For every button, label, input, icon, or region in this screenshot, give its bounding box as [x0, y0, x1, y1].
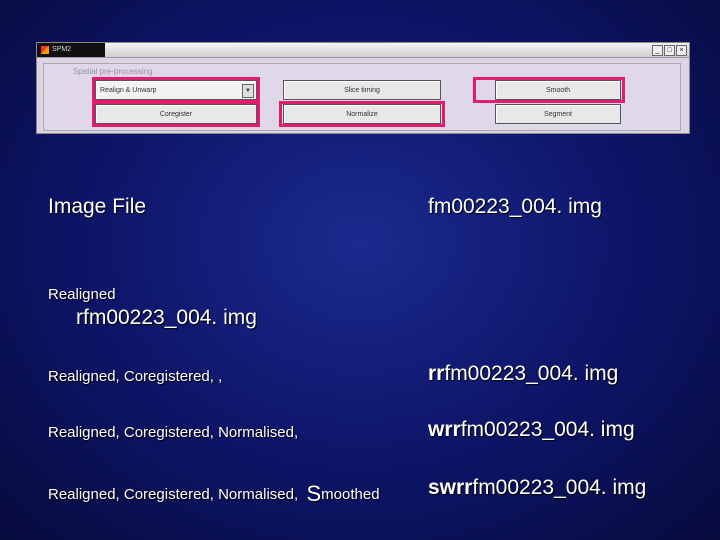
coregistered-rest: fm00223_004. img: [444, 362, 619, 385]
realigned-label: Realigned: [48, 286, 116, 303]
close-button[interactable]: ×: [676, 45, 687, 56]
image-file-label: Image File: [48, 195, 147, 218]
normalised-label: Realigned, Coregistered, Normalised,: [48, 424, 299, 441]
smoothed-value-rest: fm00223_004. img: [472, 476, 647, 499]
spm-title: SPM2: [37, 43, 105, 57]
highlight-normalize: [279, 101, 445, 127]
highlight-smooth: [473, 77, 625, 103]
smoothed-prefix: swrr: [428, 476, 473, 499]
coregistered-value: rrfm00223_004. img: [428, 362, 618, 386]
coregistered-prefix: rr: [428, 362, 445, 385]
spm-title-text: SPM2: [52, 46, 72, 53]
highlight-realign: [92, 77, 260, 103]
spm-window: SPM2 _ □ × Spatial pre-processing Realig…: [36, 42, 690, 134]
smoothed-s: S: [306, 481, 322, 506]
highlight-coregister: [92, 101, 260, 127]
panel-label: Spatial pre-processing: [73, 67, 153, 76]
coregistered-label: Realigned, Coregistered, ,: [48, 368, 223, 385]
spm-logo-icon: [41, 46, 49, 54]
smoothed-label: Realigned, Coregistered, Normalised, Smo…: [48, 481, 380, 507]
image-file-value: fm00223_004. img: [428, 195, 602, 218]
smoothed-label-text: Realigned, Coregistered, Normalised,: [48, 486, 299, 503]
realigned-value: rfm00223_004. img: [76, 306, 257, 329]
maximize-button[interactable]: □: [664, 45, 675, 56]
smoothed-value: swrrfm00223_004. img: [428, 476, 646, 500]
segment-button[interactable]: Segment: [495, 104, 621, 124]
slice-timing-button[interactable]: Slice timing: [283, 80, 441, 100]
normalised-rest: fm00223_004. img: [460, 418, 635, 441]
smoothed-rest: moothed: [321, 486, 380, 503]
spm-titlebar: SPM2 _ □ ×: [37, 43, 689, 58]
minimize-button[interactable]: _: [652, 45, 663, 56]
normalised-value: wrrfm00223_004. img: [428, 418, 635, 442]
normalised-prefix: wrr: [428, 418, 461, 441]
